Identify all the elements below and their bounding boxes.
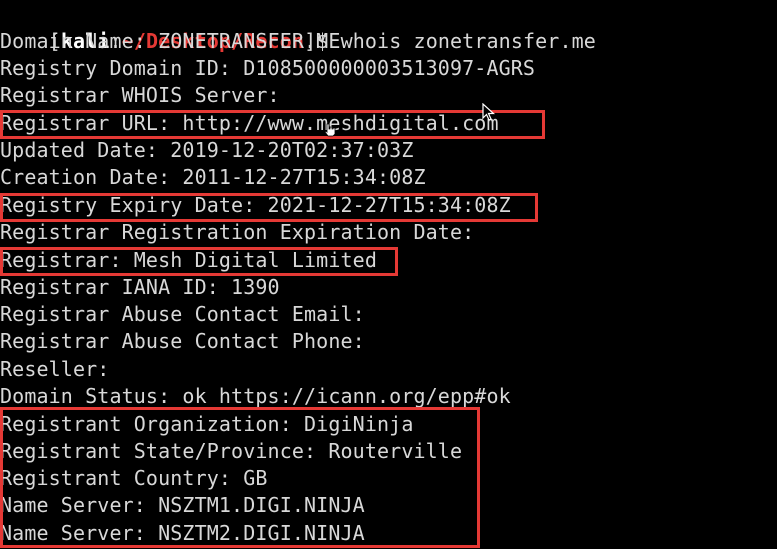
output-line: Creation Date: 2011-12-27T15:34:08Z	[0, 165, 426, 189]
output-line: Reseller:	[0, 357, 110, 381]
output-line: Registry Expiry Date: 2021-12-27T15:34:0…	[0, 193, 511, 217]
output-line: Registrar Abuse Contact Email:	[0, 302, 365, 326]
output-line: Domain Status: ok https://icann.org/epp#…	[0, 384, 511, 408]
output-line: Domain Name: ZONETRANSFER.ME	[0, 29, 341, 53]
output-line: Registrar Abuse Contact Phone:	[0, 329, 365, 353]
output-line: Registrar Registration Expiration Date:	[0, 220, 475, 244]
output-line: Name Server: NSZTM1.DIGI.NINJA	[0, 493, 365, 517]
output-line: Updated Date: 2019-12-20T02:37:03Z	[0, 138, 414, 162]
hand-cursor-icon	[324, 123, 336, 137]
output-line: Registry Domain ID: D108500000003513097-…	[0, 56, 536, 80]
output-line: Registrar: Mesh Digital Limited	[0, 248, 377, 272]
prompt-line: [kali:~/Desktop/Recon]$ whois zonetransf…	[0, 1, 596, 53]
output-line: Registrar IANA ID: 1390	[0, 275, 280, 299]
arrow-cursor-icon	[482, 103, 496, 121]
output-line: Registrant State/Province: Routerville	[0, 439, 463, 463]
output-line: Registrant Organization: DigiNinja	[0, 412, 414, 436]
output-line: Name Server: NSZTM2.DIGI.NINJA	[0, 521, 365, 545]
output-line: Registrant Country: GB	[0, 466, 268, 490]
terminal-window[interactable]: [kali:~/Desktop/Recon]$ whois zonetransf…	[0, 0, 777, 549]
prompt-command: whois zonetransfer.me	[328, 29, 596, 53]
output-line: Registrar WHOIS Server:	[0, 83, 280, 107]
output-line: Registrar URL: http://www.meshdigital.co…	[0, 111, 499, 135]
